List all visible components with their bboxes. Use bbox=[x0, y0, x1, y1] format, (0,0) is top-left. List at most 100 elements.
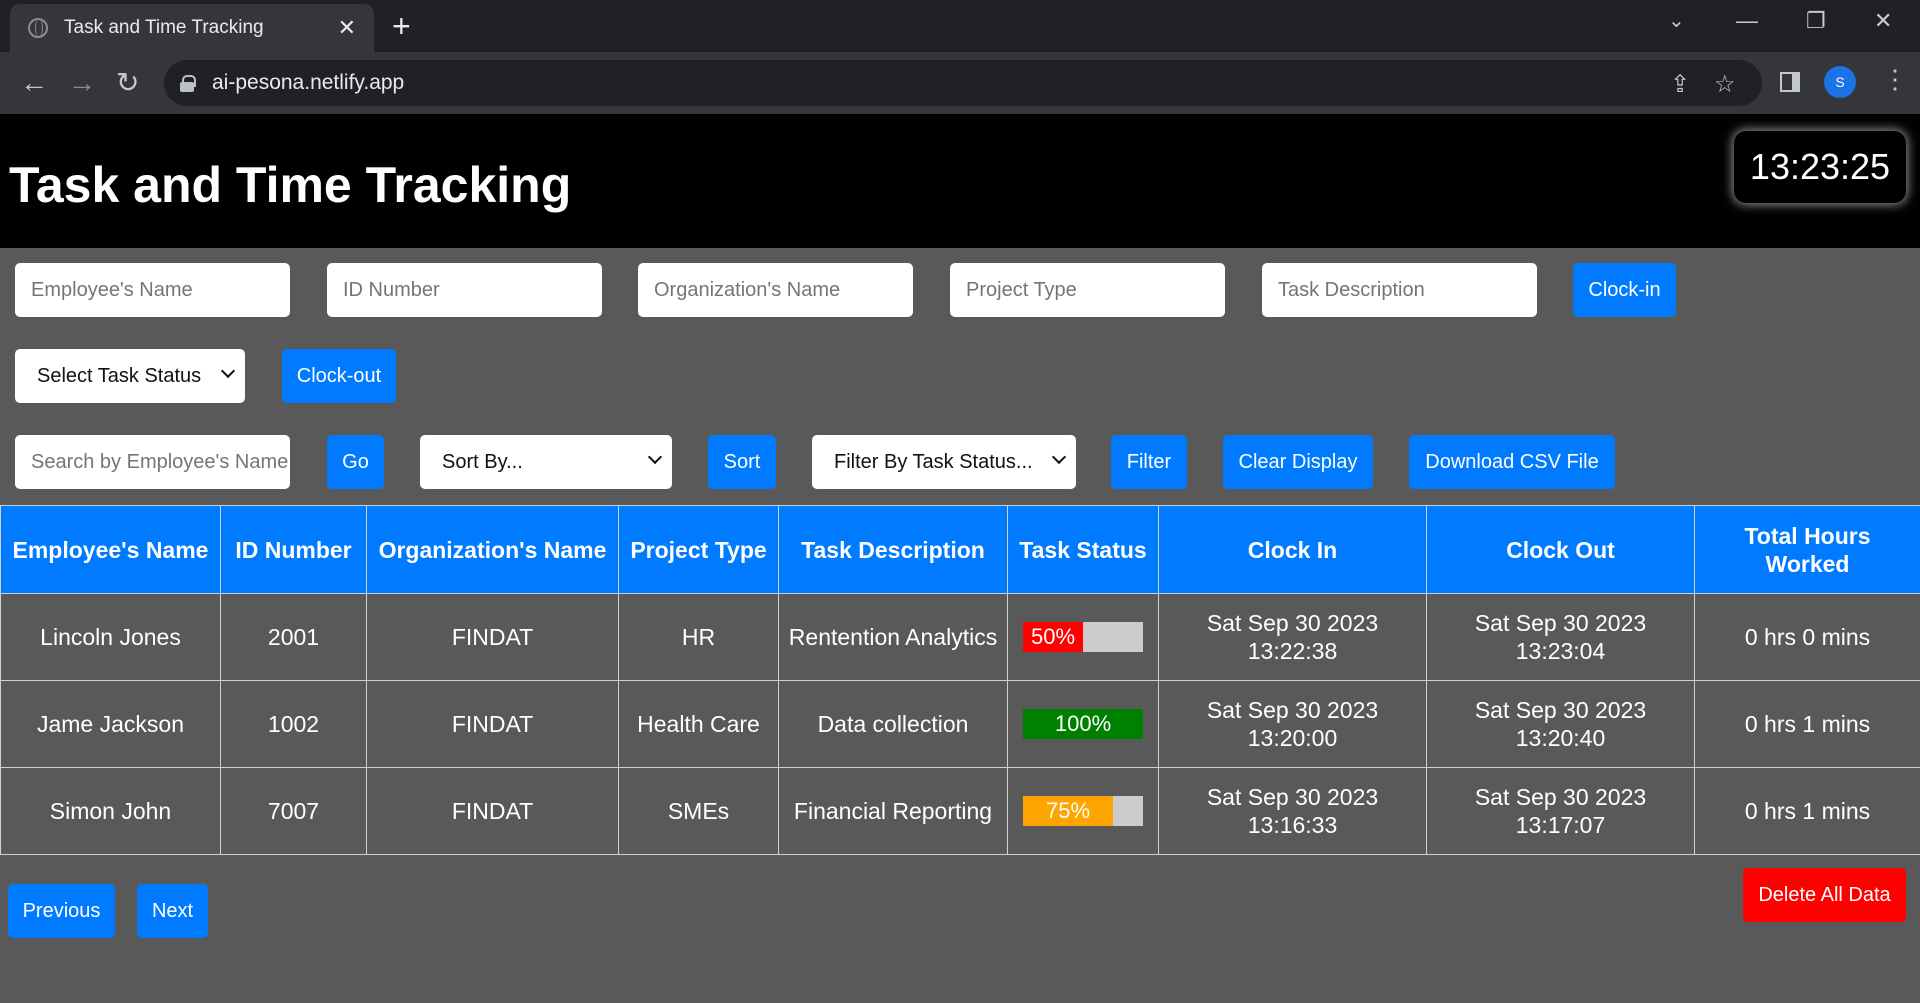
employee-name-cell: Jame Jackson bbox=[0, 680, 221, 768]
clock-in-button[interactable]: Clock-in bbox=[1573, 263, 1676, 317]
clock-out-time: 13:17:07 bbox=[1515, 812, 1606, 838]
organization-cell: FINDAT bbox=[366, 680, 619, 768]
sort-button[interactable]: Sort bbox=[708, 435, 776, 489]
go-button[interactable]: Go bbox=[327, 435, 384, 489]
employee-name-input[interactable] bbox=[15, 263, 290, 317]
column-header: Clock In bbox=[1158, 505, 1427, 594]
profile-avatar[interactable]: S bbox=[1824, 66, 1856, 98]
total-hours-cell: 0 hrs 0 mins bbox=[1694, 593, 1920, 681]
project-type-input[interactable] bbox=[950, 263, 1225, 317]
close-tab-icon[interactable]: ✕ bbox=[338, 15, 356, 41]
task-status-bar: 75% bbox=[1023, 796, 1143, 826]
clock-in-cell: Sat Sep 30 2023 13:20:00 bbox=[1158, 680, 1427, 768]
lock-icon bbox=[180, 75, 196, 92]
table-row: Lincoln Jones 2001 FINDAT HR Rentention … bbox=[0, 593, 1920, 681]
organization-input[interactable] bbox=[638, 263, 913, 317]
task-status-fill: 75% bbox=[1023, 796, 1113, 826]
table-header-row: Employee's Name ID Number Organization's… bbox=[0, 505, 1920, 594]
clock-in-date: Sat Sep 30 2023 bbox=[1206, 697, 1379, 723]
side-panel-icon[interactable] bbox=[1780, 72, 1800, 92]
page-header: Task and Time Tracking 13:23:25 bbox=[0, 114, 1920, 248]
clock-out-cell: Sat Sep 30 2023 13:23:04 bbox=[1426, 593, 1695, 681]
forward-icon[interactable]: → bbox=[68, 68, 96, 98]
browser-tab[interactable]: Task and Time Tracking ✕ bbox=[10, 4, 374, 52]
clock-in-time: 13:16:33 bbox=[1247, 812, 1338, 838]
download-csv-button[interactable]: Download CSV File bbox=[1409, 435, 1615, 489]
column-header: Task Status bbox=[1007, 505, 1159, 594]
search-input[interactable] bbox=[15, 435, 290, 489]
bookmark-star-icon[interactable]: ☆ bbox=[1714, 70, 1736, 99]
task-description-cell: Rentention Analytics bbox=[778, 593, 1008, 681]
address-bar[interactable]: ai-pesona.netlify.app ⇪ ☆ bbox=[164, 60, 1762, 106]
clock-out-time: 13:23:04 bbox=[1515, 638, 1606, 664]
id-number-cell: 2001 bbox=[220, 593, 367, 681]
table-row: Jame Jackson 1002 FINDAT Health Care Dat… bbox=[0, 680, 1920, 768]
total-hours-cell: 0 hrs 1 mins bbox=[1694, 767, 1920, 855]
employee-name-cell: Simon John bbox=[0, 767, 221, 855]
previous-button[interactable]: Previous bbox=[8, 884, 115, 938]
clear-display-button[interactable]: Clear Display bbox=[1223, 435, 1373, 489]
task-status-bar: 50% bbox=[1023, 622, 1143, 652]
filter-select[interactable]: Filter By Task Status... bbox=[812, 435, 1076, 489]
task-status-fill: 100% bbox=[1023, 709, 1143, 739]
clock-in-cell: Sat Sep 30 2023 13:22:38 bbox=[1158, 593, 1427, 681]
next-button[interactable]: Next bbox=[137, 884, 208, 938]
column-header: Clock Out bbox=[1426, 505, 1695, 594]
share-icon[interactable]: ⇪ bbox=[1670, 70, 1690, 99]
chevron-down-icon bbox=[220, 363, 236, 379]
task-description-input[interactable] bbox=[1262, 263, 1537, 317]
task-status-fill: 50% bbox=[1023, 622, 1083, 652]
chevron-down-icon bbox=[1051, 449, 1067, 465]
task-status-bar: 100% bbox=[1023, 709, 1143, 739]
task-description-cell: Data collection bbox=[778, 680, 1008, 768]
task-status-cell: 50% bbox=[1007, 593, 1159, 681]
browser-toolbar: ← → ↻ ai-pesona.netlify.app ⇪ ☆ S ⋮ bbox=[0, 52, 1920, 114]
task-status-select-value: Select Task Status bbox=[37, 364, 202, 387]
back-icon[interactable]: ← bbox=[20, 68, 48, 98]
filter-select-value: Filter By Task Status... bbox=[834, 450, 1033, 473]
page-title: Task and Time Tracking bbox=[9, 157, 572, 213]
column-header: Employee's Name bbox=[0, 505, 221, 594]
project-type-cell: HR bbox=[618, 593, 779, 681]
project-type-cell: SMEs bbox=[618, 767, 779, 855]
task-status-select[interactable]: Select Task Status bbox=[15, 349, 245, 403]
column-header: Task Description bbox=[778, 505, 1008, 594]
column-header: Project Type bbox=[618, 505, 779, 594]
clock-out-date: Sat Sep 30 2023 bbox=[1474, 784, 1647, 810]
clock-out-time: 13:20:40 bbox=[1515, 725, 1606, 751]
tab-search-icon[interactable]: ⌄ bbox=[1668, 8, 1685, 33]
task-status-cell: 100% bbox=[1007, 680, 1159, 768]
clock-in-date: Sat Sep 30 2023 bbox=[1206, 784, 1379, 810]
clock-out-date: Sat Sep 30 2023 bbox=[1474, 697, 1647, 723]
close-window-icon[interactable]: ✕ bbox=[1874, 8, 1892, 34]
filter-button[interactable]: Filter bbox=[1111, 435, 1187, 489]
sort-select-value: Sort By... bbox=[442, 450, 523, 473]
reload-icon[interactable]: ↻ bbox=[116, 68, 139, 98]
clock-out-cell: Sat Sep 30 2023 13:20:40 bbox=[1426, 680, 1695, 768]
restore-icon[interactable]: ❐ bbox=[1806, 8, 1826, 34]
browser-tabstrip: Task and Time Tracking ✕ + ⌄ — ❐ ✕ bbox=[0, 0, 1920, 52]
clock-out-date: Sat Sep 30 2023 bbox=[1474, 610, 1647, 636]
tab-title: Task and Time Tracking bbox=[64, 17, 264, 38]
task-status-cell: 75% bbox=[1007, 767, 1159, 855]
task-table: Employee's Name ID Number Organization's… bbox=[0, 505, 1920, 855]
sort-select[interactable]: Sort By... bbox=[420, 435, 672, 489]
project-type-cell: Health Care bbox=[618, 680, 779, 768]
organization-cell: FINDAT bbox=[366, 593, 619, 681]
url-text: ai-pesona.netlify.app bbox=[212, 71, 405, 94]
clock-out-button[interactable]: Clock-out bbox=[282, 349, 396, 403]
task-description-cell: Financial Reporting bbox=[778, 767, 1008, 855]
new-tab-icon[interactable]: + bbox=[392, 8, 411, 44]
organization-cell: FINDAT bbox=[366, 767, 619, 855]
column-header: ID Number bbox=[220, 505, 367, 594]
table-row: Simon John 7007 FINDAT SMEs Financial Re… bbox=[0, 767, 1920, 855]
clock-in-cell: Sat Sep 30 2023 13:16:33 bbox=[1158, 767, 1427, 855]
clock-in-time: 13:22:38 bbox=[1247, 638, 1338, 664]
menu-icon[interactable]: ⋮ bbox=[1882, 64, 1908, 95]
globe-icon bbox=[28, 18, 48, 38]
clock-out-cell: Sat Sep 30 2023 13:17:07 bbox=[1426, 767, 1695, 855]
delete-all-button[interactable]: Delete All Data bbox=[1743, 868, 1906, 922]
minimize-icon[interactable]: — bbox=[1736, 8, 1758, 34]
id-number-input[interactable] bbox=[327, 263, 602, 317]
clock-in-date: Sat Sep 30 2023 bbox=[1206, 610, 1379, 636]
